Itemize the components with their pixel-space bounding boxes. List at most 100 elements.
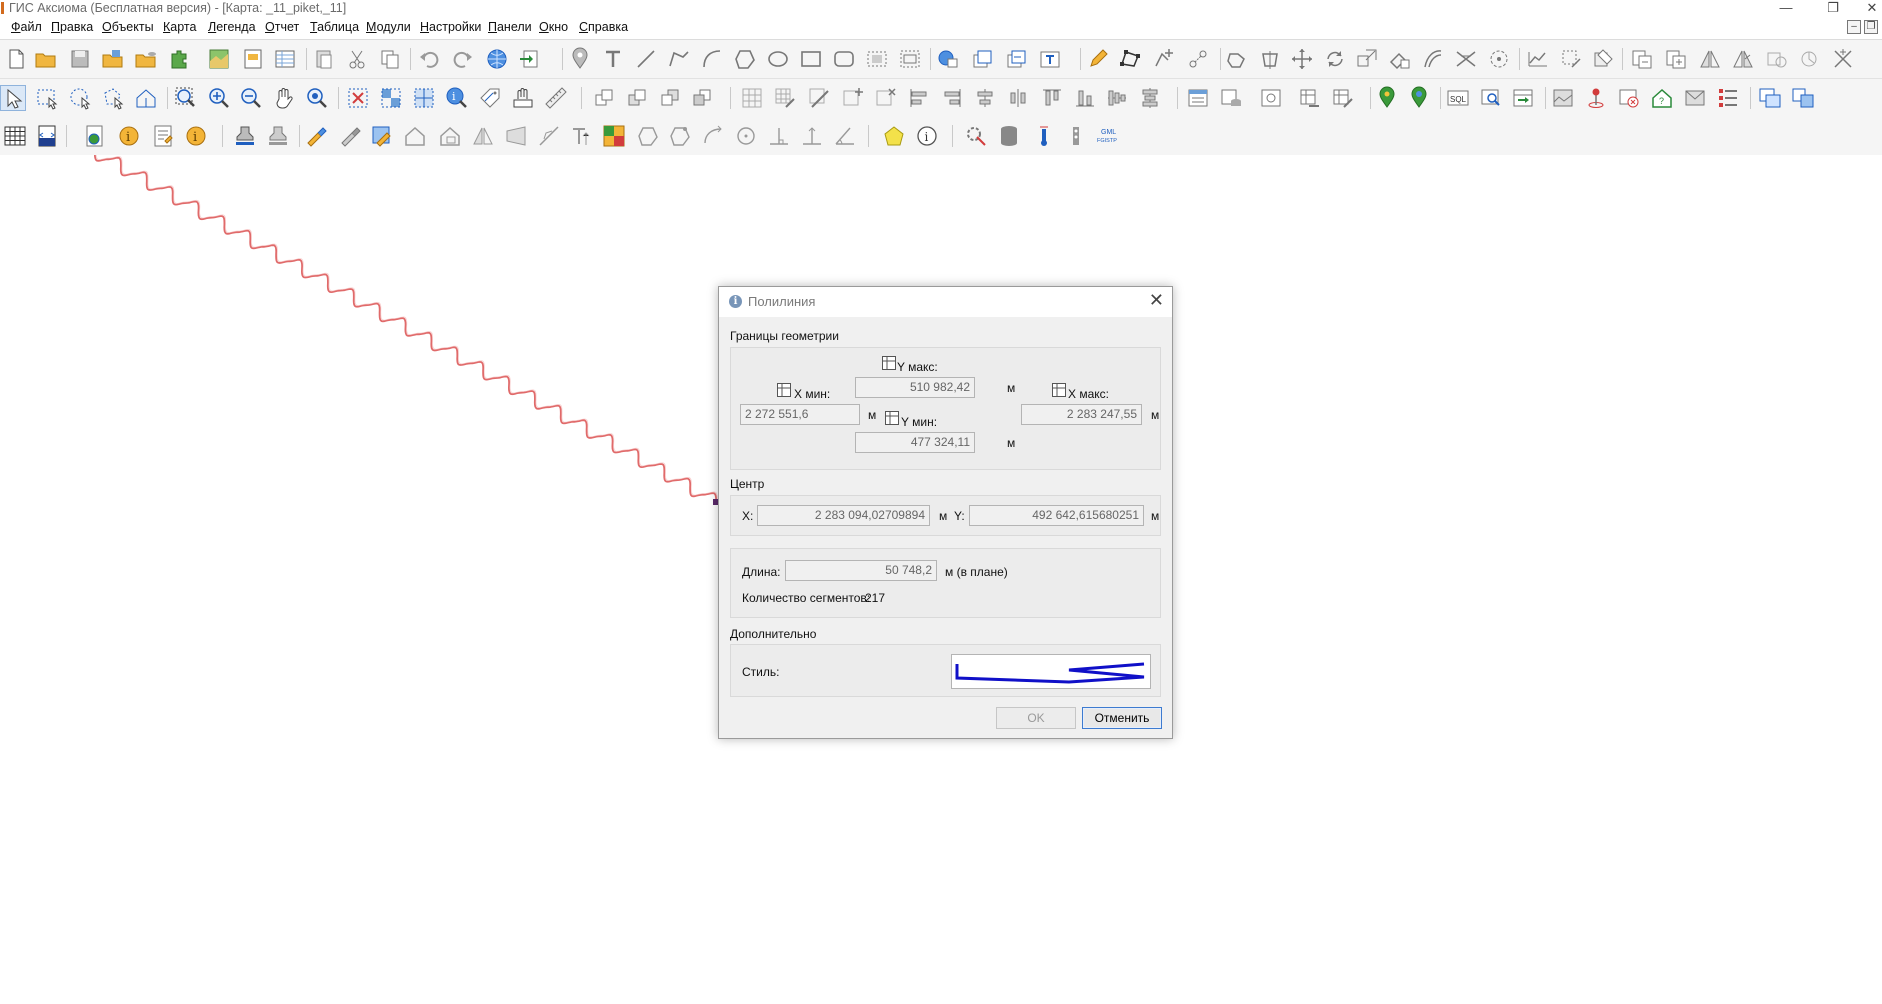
database-icon[interactable] — [996, 123, 1022, 149]
menu-table[interactable]: Таблица — [310, 20, 359, 34]
angle-icon[interactable] — [832, 123, 858, 149]
menu-map[interactable]: Карта — [163, 20, 196, 34]
move-icon[interactable] — [1289, 46, 1315, 72]
invert-selection-icon[interactable] — [378, 85, 404, 111]
multiframe-tool-icon[interactable] — [897, 46, 923, 72]
table-import-icon[interactable] — [1510, 85, 1536, 111]
profile-icon[interactable] — [1525, 46, 1551, 72]
image-register-icon[interactable] — [1550, 85, 1576, 111]
menu-file[interactable]: Файл — [11, 20, 42, 34]
drag-map-icon[interactable] — [510, 85, 536, 111]
shape-2-icon[interactable] — [667, 123, 693, 149]
ok-button[interactable]: OK — [996, 707, 1076, 729]
restore-button[interactable]: ❐ — [1823, 0, 1843, 16]
open-database-icon[interactable] — [133, 46, 159, 72]
rotate-icon[interactable] — [1322, 46, 1348, 72]
grid-remove-icon[interactable] — [873, 85, 899, 111]
menu-objects[interactable]: Объекты — [102, 20, 154, 34]
theme-edit-icon[interactable] — [337, 123, 363, 149]
align-center-h-icon[interactable] — [972, 85, 998, 111]
cut-icon[interactable] — [344, 46, 370, 72]
open-folder-icon[interactable] — [33, 46, 59, 72]
save-icon[interactable] — [67, 46, 93, 72]
grid-add-icon[interactable] — [840, 85, 866, 111]
smooth-icon[interactable] — [1420, 46, 1446, 72]
offset-line-icon[interactable] — [536, 123, 562, 149]
align-middle-icon[interactable] — [1104, 85, 1130, 111]
table-window-icon[interactable] — [272, 46, 298, 72]
align-top-icon[interactable] — [1039, 85, 1065, 111]
point-tool-icon[interactable] — [567, 46, 593, 72]
paste-icon[interactable] — [311, 46, 337, 72]
geocode-icon[interactable] — [1374, 85, 1400, 111]
align-left-icon[interactable] — [906, 85, 932, 111]
align-front-icon[interactable] — [592, 85, 618, 111]
menu-help[interactable]: Справка — [579, 20, 628, 34]
cancel-button[interactable]: Отменить — [1082, 707, 1162, 729]
pencil-icon[interactable] — [1085, 46, 1111, 72]
text-layer-icon[interactable] — [1037, 46, 1063, 72]
window-cascade-icon[interactable] — [1757, 85, 1783, 111]
layer-search-icon[interactable] — [1258, 85, 1284, 111]
clear-selection-icon[interactable] — [345, 85, 371, 111]
open-workspace-icon[interactable] — [100, 46, 126, 72]
select-region-icon[interactable] — [133, 85, 159, 111]
minimize-button[interactable]: — — [1776, 0, 1796, 16]
label-tool-icon[interactable] — [477, 85, 503, 111]
scale-icon[interactable] — [1354, 46, 1380, 72]
menu-settings[interactable]: Настройки — [420, 20, 481, 34]
zoom-out-icon[interactable] — [238, 85, 264, 111]
bring-forward-icon[interactable] — [625, 85, 651, 111]
mirror-icon[interactable] — [470, 123, 496, 149]
plugins-icon[interactable] — [166, 46, 192, 72]
globe-icon[interactable] — [484, 46, 510, 72]
curve-icon[interactable] — [700, 123, 726, 149]
xmin-field[interactable]: 2 272 551,6 — [740, 404, 860, 425]
shape-1-icon[interactable] — [635, 123, 661, 149]
undo-icon[interactable] — [416, 46, 442, 72]
stamp-2-icon[interactable] — [265, 123, 291, 149]
cancel-edit-icon[interactable] — [1830, 46, 1856, 72]
copy-icon[interactable] — [377, 46, 403, 72]
notes-icon[interactable] — [150, 123, 176, 149]
color-grid-icon[interactable] — [601, 123, 627, 149]
geocode-address-icon[interactable] — [1406, 85, 1432, 111]
table-grid-icon[interactable] — [2, 123, 28, 149]
close-window-button[interactable]: ✕ — [1862, 0, 1882, 16]
info-coin-icon[interactable]: i — [116, 123, 142, 149]
flip-horizontal-icon[interactable] — [1697, 46, 1723, 72]
map-link-icon[interactable] — [935, 46, 961, 72]
menu-edit[interactable]: Правка — [51, 20, 93, 34]
select-rectangle-icon[interactable] — [34, 85, 60, 111]
place-marker-icon[interactable] — [1583, 85, 1609, 111]
table-columns-icon[interactable] — [1297, 85, 1323, 111]
dialog-title-bar[interactable]: i Полилиния ✕ — [719, 287, 1172, 317]
house-shape-icon[interactable] — [402, 123, 428, 149]
legend-icon[interactable] — [1715, 85, 1741, 111]
ymax-field[interactable]: 510 982,42 — [855, 377, 975, 398]
select-polygon-icon[interactable] — [100, 85, 126, 111]
combine-icon[interactable] — [1224, 46, 1250, 72]
close-icon[interactable]: ✕ — [1149, 290, 1164, 311]
center-y-field[interactable]: 492 642,615680251 — [969, 505, 1144, 526]
buffer-icon[interactable] — [1486, 46, 1512, 72]
menu-report[interactable]: Отчет — [265, 20, 299, 34]
menu-window[interactable]: Окно — [539, 20, 568, 34]
globe-doc-icon[interactable] — [82, 123, 108, 149]
node-link-icon[interactable] — [1185, 46, 1211, 72]
rounded-rectangle-tool-icon[interactable] — [831, 46, 857, 72]
text-tool-icon[interactable] — [600, 46, 626, 72]
reshape-icon[interactable] — [1117, 46, 1143, 72]
thermometer-icon[interactable] — [1031, 123, 1057, 149]
select-all-icon[interactable] — [411, 85, 437, 111]
snap-icon[interactable] — [1796, 46, 1822, 72]
select-arrow-icon[interactable] — [0, 85, 26, 111]
info-coin-2-icon[interactable]: i — [183, 123, 209, 149]
layout-window-icon[interactable] — [240, 46, 266, 72]
window-tile-icon[interactable] — [1790, 85, 1816, 111]
distribute-h-icon[interactable] — [1005, 85, 1031, 111]
ellipse-tool-icon[interactable] — [765, 46, 791, 72]
intersect-icon[interactable] — [1453, 46, 1479, 72]
polygon-tool-icon[interactable] — [732, 46, 758, 72]
device-icon[interactable] — [1063, 123, 1089, 149]
